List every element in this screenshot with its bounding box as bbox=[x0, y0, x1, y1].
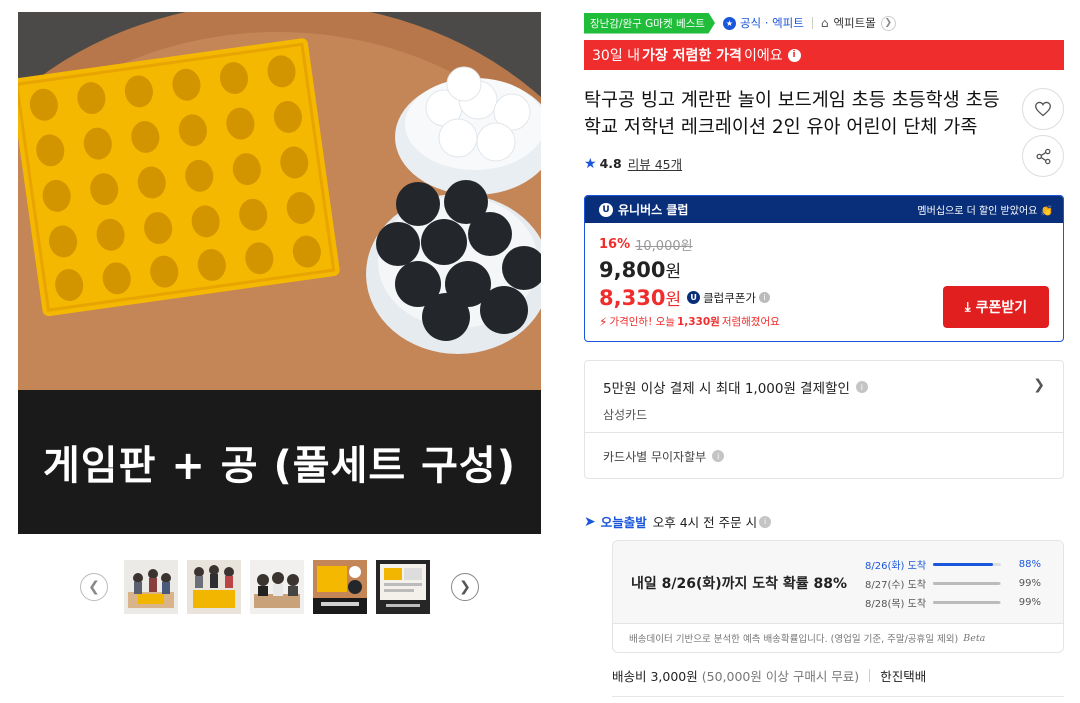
product-photo bbox=[18, 12, 541, 390]
delivery-probability-box: 내일 8/26(화)까지 도착 확률 88% 8/26(화) 도착 88% 8/27… bbox=[612, 540, 1064, 653]
thumbnail-3[interactable] bbox=[250, 560, 304, 614]
probability-percent: 99% bbox=[1018, 597, 1041, 608]
shipping-info: 배송비 3,000원 (50,000원 이상 구매시 무료) 한진택배 bbox=[612, 666, 926, 685]
egg-tray bbox=[18, 38, 340, 317]
info-icon[interactable]: i bbox=[759, 515, 772, 528]
probability-row: 8/28(목) 도착 99% bbox=[865, 593, 1045, 612]
image-caption-band: 게임판 + 공 (풀세트 구성) bbox=[18, 390, 541, 534]
club-price-label: 클럽쿠폰가 bbox=[703, 290, 756, 305]
banner-prefix: 30일 내 bbox=[592, 48, 641, 64]
lowest-price-banner: 30일 내 가장 저렴한 가격 이에요 i bbox=[584, 40, 1064, 70]
info-icon[interactable]: i bbox=[855, 381, 868, 393]
official-label: 공식 · 엑피트 bbox=[739, 16, 804, 30]
probability-percent: 99% bbox=[1018, 578, 1041, 589]
sale-price-amount: 9,800 bbox=[599, 258, 666, 282]
universe-club-icon: U bbox=[599, 202, 613, 217]
probability-bar-fill bbox=[933, 563, 993, 566]
probability-row: 8/26(화) 도착 88% bbox=[865, 555, 1045, 574]
wishlist-button[interactable] bbox=[1022, 88, 1064, 130]
info-icon[interactable]: i bbox=[712, 450, 725, 462]
share-button[interactable] bbox=[1022, 135, 1064, 177]
probability-percent: 88% bbox=[1018, 559, 1041, 570]
rating-row: ★ 4.8 리뷰 45개 bbox=[584, 154, 682, 173]
arrival-headline: 내일 8/26(화)까지 도착 확률 88% bbox=[631, 576, 848, 592]
probability-row: 8/27(수) 도착 99% bbox=[865, 574, 1045, 593]
chevron-right-icon[interactable]: ❯ bbox=[451, 573, 479, 601]
thumbnail-strip: ❮ ❯ bbox=[80, 559, 480, 615]
probability-bar bbox=[933, 563, 1001, 566]
store-name: 엑피트몰 bbox=[833, 16, 876, 30]
chevron-right-icon: ❯ bbox=[880, 15, 896, 31]
thumbnail-5[interactable] bbox=[376, 560, 430, 614]
club-header: U 유니버스 클럽 멤버십으로 더 할인 받았어요 👏 bbox=[585, 196, 1063, 223]
probability-bar-fill bbox=[933, 601, 1001, 604]
today-ship-badge: 오늘출발 bbox=[600, 515, 647, 530]
delivery-header: ➤ 오늘출발 오후 4시 전 주문 시 i bbox=[584, 512, 772, 531]
star-icon: ★ bbox=[584, 155, 597, 172]
official-badge[interactable]: ★ 공식 · 엑피트 bbox=[722, 15, 804, 31]
club-promo[interactable]: 멤버십으로 더 할인 받았어요 👏 bbox=[917, 202, 1053, 217]
shipping-fee: 배송비 3,000원 bbox=[612, 669, 698, 684]
share-icon bbox=[1035, 148, 1051, 164]
thumbnail-2[interactable] bbox=[187, 560, 241, 614]
probability-date: 8/28(목) 도착 bbox=[865, 599, 927, 610]
product-title: 탁구공 빙고 계란판 놀이 보드게임 초등 초등학생 초등학교 저학년 레크레이… bbox=[584, 90, 1000, 138]
banner-suffix: 이에요 bbox=[743, 48, 783, 64]
delivery-note: 배송데이터 기반으로 분석한 예측 배송확률입니다. (영업일 기준, 주말/공… bbox=[629, 632, 986, 646]
coupon-button-label: 쿠폰받기 bbox=[975, 300, 1028, 316]
club-price-amount: 8,330 bbox=[599, 285, 666, 310]
divider bbox=[869, 669, 871, 682]
discount-line: 16% 10,000원 bbox=[599, 235, 1049, 254]
image-caption: 게임판 + 공 (풀세트 구성) bbox=[43, 443, 516, 489]
universe-club-icon: U bbox=[687, 291, 701, 304]
best-badge[interactable]: 장난감/완구 G마켓 베스트 bbox=[584, 12, 715, 34]
heart-icon bbox=[1035, 101, 1051, 117]
probability-date: 8/26(화) 도착 bbox=[865, 561, 927, 572]
probability-bar bbox=[933, 601, 1001, 604]
installment-text: 카드사별 무이자할부 bbox=[603, 449, 707, 464]
card-discount-row[interactable]: 5만원 이상 결제 시 최대 1,000원 결제할인 i 삼성카드 ❯ bbox=[585, 361, 1063, 433]
card-promotion-box: 5만원 이상 결제 시 최대 1,000원 결제할인 i 삼성카드 ❯ 카드사별… bbox=[584, 360, 1064, 479]
reviews-link[interactable]: 리뷰 45개 bbox=[628, 154, 682, 173]
banner-highlight: 가장 저렴한 가격 bbox=[642, 48, 742, 64]
thumbnail-1[interactable] bbox=[124, 560, 178, 614]
sale-price-unit: 원 bbox=[665, 262, 682, 282]
bolt-icon: ⚡ bbox=[599, 314, 608, 329]
shipping-condition: (50,000원 이상 구매시 무료) bbox=[701, 669, 860, 684]
product-main-image[interactable]: 게임판 + 공 (풀세트 구성) bbox=[18, 12, 541, 534]
shipping-carrier: 한진택배 bbox=[880, 669, 927, 684]
divider bbox=[811, 17, 813, 29]
shield-icon: ★ bbox=[722, 16, 736, 30]
chevron-down-icon[interactable]: ❯ bbox=[1033, 377, 1045, 393]
probability-date: 8/27(수) 도착 bbox=[865, 580, 927, 591]
info-icon[interactable]: i bbox=[787, 48, 801, 62]
probability-rows: 8/26(화) 도착 88% 8/27(수) 도착 99% 8/28(목) 도착 99% bbox=[865, 555, 1045, 612]
card-name: 삼성카드 bbox=[603, 408, 648, 422]
rating-score: 4.8 bbox=[599, 156, 622, 171]
probability-bar-fill bbox=[933, 582, 1001, 585]
store-link[interactable]: ⌂ 엑피트몰 ❯ bbox=[821, 15, 896, 31]
club-price-unit: 원 bbox=[665, 290, 682, 310]
club-label: 유니버스 클럽 bbox=[618, 203, 689, 217]
ship-cutoff: 오후 4시 전 주문 시 bbox=[652, 515, 758, 530]
home-icon: ⌂ bbox=[820, 16, 829, 30]
divider bbox=[612, 696, 1064, 697]
get-coupon-button[interactable]: ⤓ 쿠폰받기 bbox=[943, 286, 1049, 328]
discount-rate: 16% bbox=[599, 237, 631, 252]
probability-bar bbox=[933, 582, 1001, 585]
info-icon[interactable]: i bbox=[758, 292, 770, 303]
installment-row[interactable]: 카드사별 무이자할부 i bbox=[585, 433, 1063, 479]
chevron-left-icon[interactable]: ❮ bbox=[80, 573, 108, 601]
club-price-box: U 유니버스 클럽 멤버십으로 더 할인 받았어요 👏 16% 10,000원 … bbox=[584, 195, 1064, 342]
download-icon: ⤓ bbox=[964, 299, 971, 315]
card-discount-text: 5만원 이상 결제 시 최대 1,000원 결제할인 bbox=[603, 381, 850, 397]
original-price: 10,000원 bbox=[635, 239, 693, 254]
sale-price: 9,800원 bbox=[599, 257, 1049, 282]
badge-row: 장난감/완구 G마켓 베스트 ★ 공식 · 엑피트 ⌂ 엑피트몰 ❯ bbox=[584, 12, 896, 34]
thumbnail-4[interactable] bbox=[313, 560, 367, 614]
beta-label: Beta bbox=[963, 632, 986, 644]
truck-icon: ➤ bbox=[584, 513, 596, 530]
